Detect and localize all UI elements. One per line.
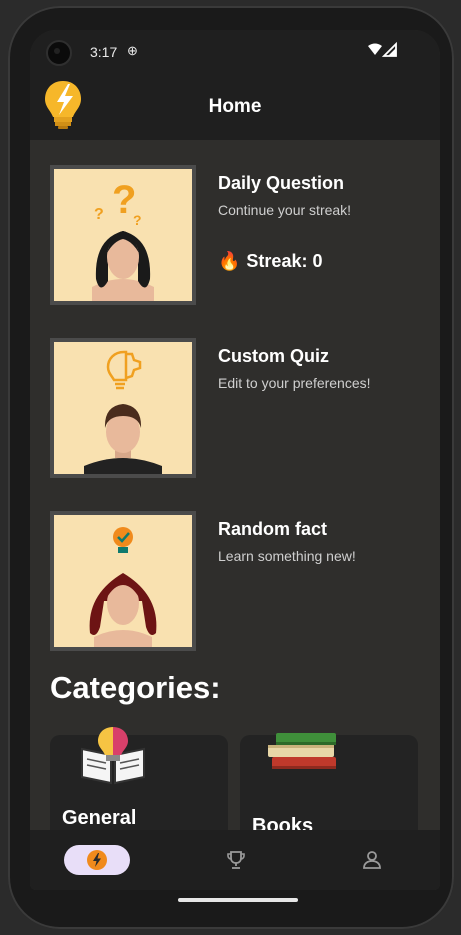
thinking-woman-illustration: ? ? ? — [92, 178, 154, 301]
daily-question-card[interactable]: ? ? ? Daily Question Continue your strea… — [50, 165, 430, 305]
bottom-navigation — [30, 830, 440, 890]
home-indicator[interactable] — [178, 898, 298, 902]
card-title: Custom Quiz — [218, 346, 329, 366]
random-fact-image — [50, 511, 196, 651]
status-bar: 3:17 ⊕ — [30, 30, 440, 74]
status-time: 3:17 — [90, 44, 118, 60]
book-lightbulb-icon — [81, 727, 145, 785]
person-icon[interactable] — [361, 849, 383, 871]
app-bar: Home — [30, 74, 440, 140]
page-title: Home — [208, 96, 262, 117]
streak-counter: 🔥 Streak: 0 — [218, 251, 322, 272]
custom-quiz-image — [50, 338, 196, 478]
thinking-woman-lightbulb-illustration — [89, 527, 157, 647]
card-subtitle: Learn something new! — [218, 548, 356, 564]
card-title: Random fact — [218, 519, 328, 539]
svg-text:?: ? — [94, 206, 104, 223]
books-stack-icon — [268, 733, 336, 769]
app-screen: 3:17 ⊕ Home ? ? ? Daily Question Continu… — [30, 30, 440, 890]
card-title: Daily Question — [218, 173, 345, 193]
random-fact-card[interactable]: Random fact Learn something new! — [50, 511, 430, 651]
wifi-signal-icon — [368, 42, 397, 57]
card-subtitle: Edit to your preferences! — [218, 375, 371, 391]
globe-icon: ⊕ — [127, 43, 138, 58]
nav-item-home[interactable] — [64, 845, 130, 875]
category-label: General — [62, 807, 137, 829]
trophy-icon[interactable] — [225, 849, 247, 871]
front-camera — [46, 40, 72, 66]
svg-text:?: ? — [133, 212, 142, 228]
flame-icon: 🔥 — [218, 251, 241, 271]
custom-quiz-card[interactable]: Custom Quiz Edit to your preferences! — [50, 338, 430, 478]
categories-heading: Categories: — [50, 670, 221, 705]
bolt-icon — [87, 850, 107, 870]
card-subtitle: Continue your streak! — [218, 202, 352, 218]
daily-question-image: ? ? ? — [50, 165, 196, 305]
streak-label: Streak: 0 — [246, 251, 323, 271]
thinking-man-illustration — [84, 350, 162, 474]
